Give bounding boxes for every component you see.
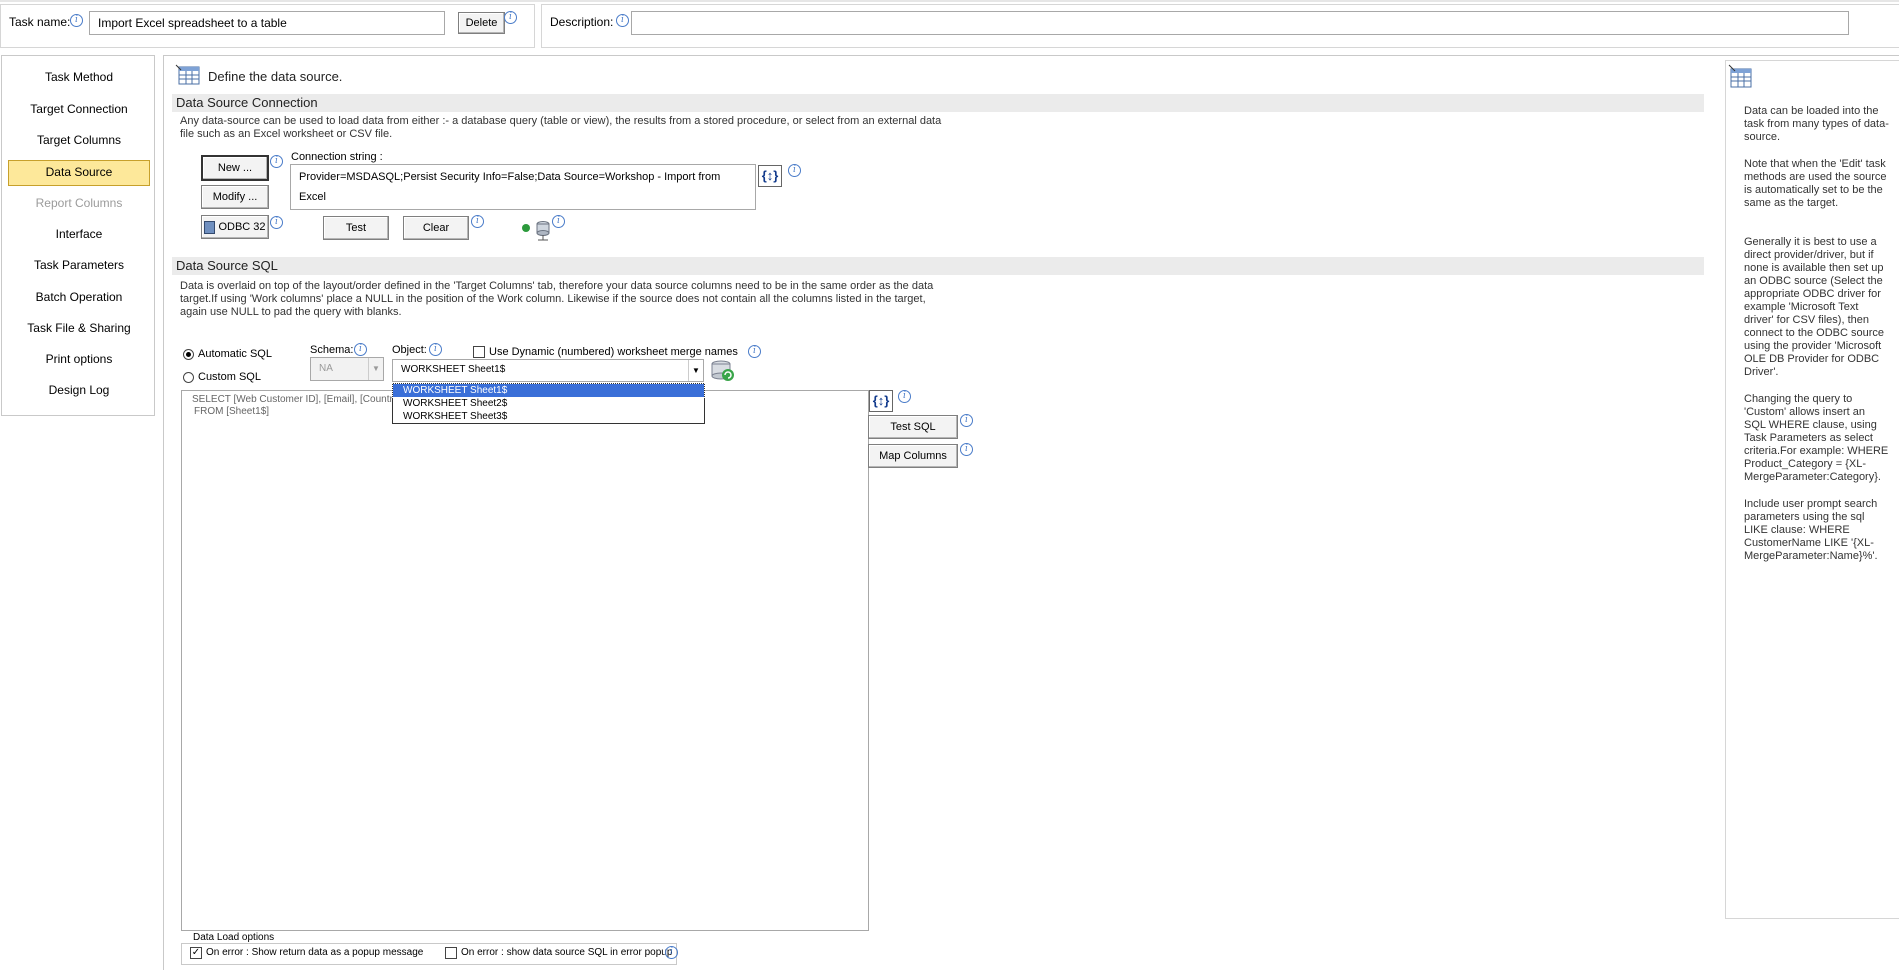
sql-description-line: again use NULL to pad the query with bla…	[180, 306, 402, 318]
task-name-info-icon[interactable]: i	[70, 14, 83, 27]
sql-text-line: FROM [Sheet1$]	[194, 406, 270, 417]
object-select-value: WORKSHEET Sheet1$	[401, 364, 506, 375]
nav-item-batch-operation[interactable]: Batch Operation	[0, 285, 158, 309]
help-paragraph: Data can be loaded into the task from ma…	[1744, 105, 1889, 143]
schema-label: Schema:	[310, 344, 354, 356]
main-panel-top-border	[163, 55, 1899, 56]
task-name-label: Task name:	[9, 15, 71, 29]
map-columns-button[interactable]: Map Columns	[868, 444, 958, 468]
opt-show-sql-checkbox[interactable]	[445, 947, 457, 959]
connection-status-info-icon[interactable]: i	[552, 215, 565, 228]
connection-string-input[interactable]: Provider=MSDASQL;Persist Security Info=F…	[290, 164, 756, 210]
task-name-input[interactable]: Import Excel spreadsheet to a table	[89, 11, 445, 35]
description-label: Description:	[550, 15, 614, 29]
odbc-32-label: ODBC 32	[218, 221, 266, 233]
object-info-icon[interactable]: i	[429, 343, 442, 356]
odbc-info-icon[interactable]: i	[270, 216, 283, 229]
dynamic-names-label: Use Dynamic (numbered) worksheet merge n…	[489, 346, 738, 358]
nav-item-report-columns: Report Columns	[35, 196, 123, 210]
delete-info-icon[interactable]: i	[504, 11, 517, 24]
connection-description: Any data-source can be used to load data…	[180, 115, 1000, 141]
test-connection-button[interactable]: Test	[323, 216, 389, 240]
nav-item-data-source[interactable]: Data Source	[8, 160, 150, 186]
clear-connection-button[interactable]: Clear	[403, 216, 469, 240]
automatic-sql-label: Automatic SQL	[198, 348, 272, 360]
connection-section-header: Data Source Connection	[172, 94, 1704, 112]
opt-popup-message-checkbox[interactable]: ✓	[190, 947, 202, 959]
delete-button[interactable]: Delete	[458, 12, 505, 34]
nav-item-target-columns[interactable]: Target Columns	[0, 128, 158, 152]
odbc-32-button[interactable]: ODBC 32	[201, 215, 269, 239]
custom-sql-label: Custom SQL	[198, 371, 261, 383]
main-panel-border	[163, 55, 164, 970]
connection-description-line: Any data-source can be used to load data…	[180, 115, 942, 127]
test-sql-info-icon[interactable]: i	[960, 414, 973, 427]
sql-editor[interactable]	[181, 390, 869, 931]
nav-item-design-log[interactable]: Design Log	[0, 378, 158, 402]
nav-item-task-parameters[interactable]: Task Parameters	[0, 253, 158, 277]
load-options-info-icon[interactable]: i	[665, 946, 678, 959]
help-paragraph: Generally it is best to use a direct pro…	[1744, 236, 1885, 378]
chevron-down-icon[interactable]: ▼	[688, 360, 703, 381]
map-columns-info-icon[interactable]: i	[960, 443, 973, 456]
chevron-down-icon: ▼	[368, 358, 383, 380]
nav-item-interface[interactable]: Interface	[0, 222, 158, 246]
description-input[interactable]	[631, 11, 1849, 35]
odbc-icon	[204, 220, 216, 234]
help-table-icon	[1728, 64, 1754, 90]
new-connection-info-icon[interactable]: i	[270, 155, 283, 168]
top-divider	[0, 0, 1899, 2]
opt-popup-message-label: On error : Show return data as a popup m…	[206, 947, 424, 958]
schema-info-icon[interactable]: i	[354, 343, 367, 356]
automatic-sql-radio[interactable]	[183, 349, 194, 360]
object-label: Object:	[392, 344, 427, 356]
help-paragraph: Changing the query to 'Custom' allows in…	[1744, 393, 1889, 483]
clear-info-icon[interactable]: i	[471, 215, 484, 228]
sql-description-line: target.If using 'Work columns' place a N…	[180, 293, 926, 305]
sql-text-line: SELECT [Web Customer ID], [Email], [Coun…	[192, 394, 409, 405]
description-info-icon[interactable]: i	[616, 14, 629, 27]
opt-show-sql-label: On error : show data source SQL in error…	[461, 947, 673, 958]
dropdown-option[interactable]: WORKSHEET Sheet1$	[392, 383, 705, 398]
custom-sql-radio[interactable]	[183, 372, 194, 383]
nav-item-task-file-sharing[interactable]: Task File & Sharing	[0, 316, 158, 340]
dropdown-option[interactable]: WORKSHEET Sheet3$	[393, 410, 704, 423]
test-sql-button[interactable]: Test SQL	[868, 415, 958, 439]
connection-string-label: Connection string :	[291, 151, 383, 163]
nav-item-target-connection[interactable]: Target Connection	[0, 97, 158, 121]
connection-description-line: file such as an Excel worksheet or CSV f…	[180, 128, 393, 140]
help-paragraph: Include user prompt search parameters us…	[1744, 498, 1878, 562]
object-dropdown-list: WORKSHEET Sheet1$ WORKSHEET Sheet2$ WORK…	[392, 383, 705, 424]
sql-description-line: Data is overlaid on top of the layout/or…	[180, 280, 934, 292]
page-title: Define the data source.	[208, 69, 343, 84]
new-connection-button[interactable]: New ...	[201, 155, 269, 181]
sql-description: Data is overlaid on top of the layout/or…	[180, 280, 1020, 319]
connection-status-icon	[522, 224, 530, 232]
dynamic-names-info-icon[interactable]: i	[748, 345, 761, 358]
sql-text: SELECT [Web Customer ID], [Email], [Coun…	[192, 394, 409, 418]
nav-item-print-options[interactable]: Print options	[0, 347, 158, 371]
help-paragraph: Note that when the 'Edit' task methods a…	[1744, 158, 1887, 209]
connection-param-info-icon[interactable]: i	[788, 164, 801, 177]
nav-item-task-method[interactable]: Task Method	[0, 65, 158, 89]
schema-select-value: NA	[319, 363, 333, 374]
sql-section-header: Data Source SQL	[172, 257, 1704, 275]
modify-connection-button[interactable]: Modify ...	[201, 185, 269, 209]
connection-parameter-button[interactable]: {↕}	[758, 165, 782, 187]
object-select[interactable]: WORKSHEET Sheet1$ ▼	[392, 359, 704, 382]
database-server-icon	[535, 220, 551, 242]
sql-param-info-icon[interactable]: i	[898, 390, 911, 403]
sql-parameter-button[interactable]: {↕}	[869, 390, 893, 412]
table-icon	[175, 64, 201, 86]
refresh-objects-icon[interactable]	[710, 359, 736, 383]
dropdown-option[interactable]: WORKSHEET Sheet2$	[393, 397, 704, 410]
schema-select: NA ▼	[310, 357, 384, 381]
dynamic-names-checkbox[interactable]	[473, 346, 485, 358]
data-load-options-label: Data Load options	[190, 932, 278, 943]
